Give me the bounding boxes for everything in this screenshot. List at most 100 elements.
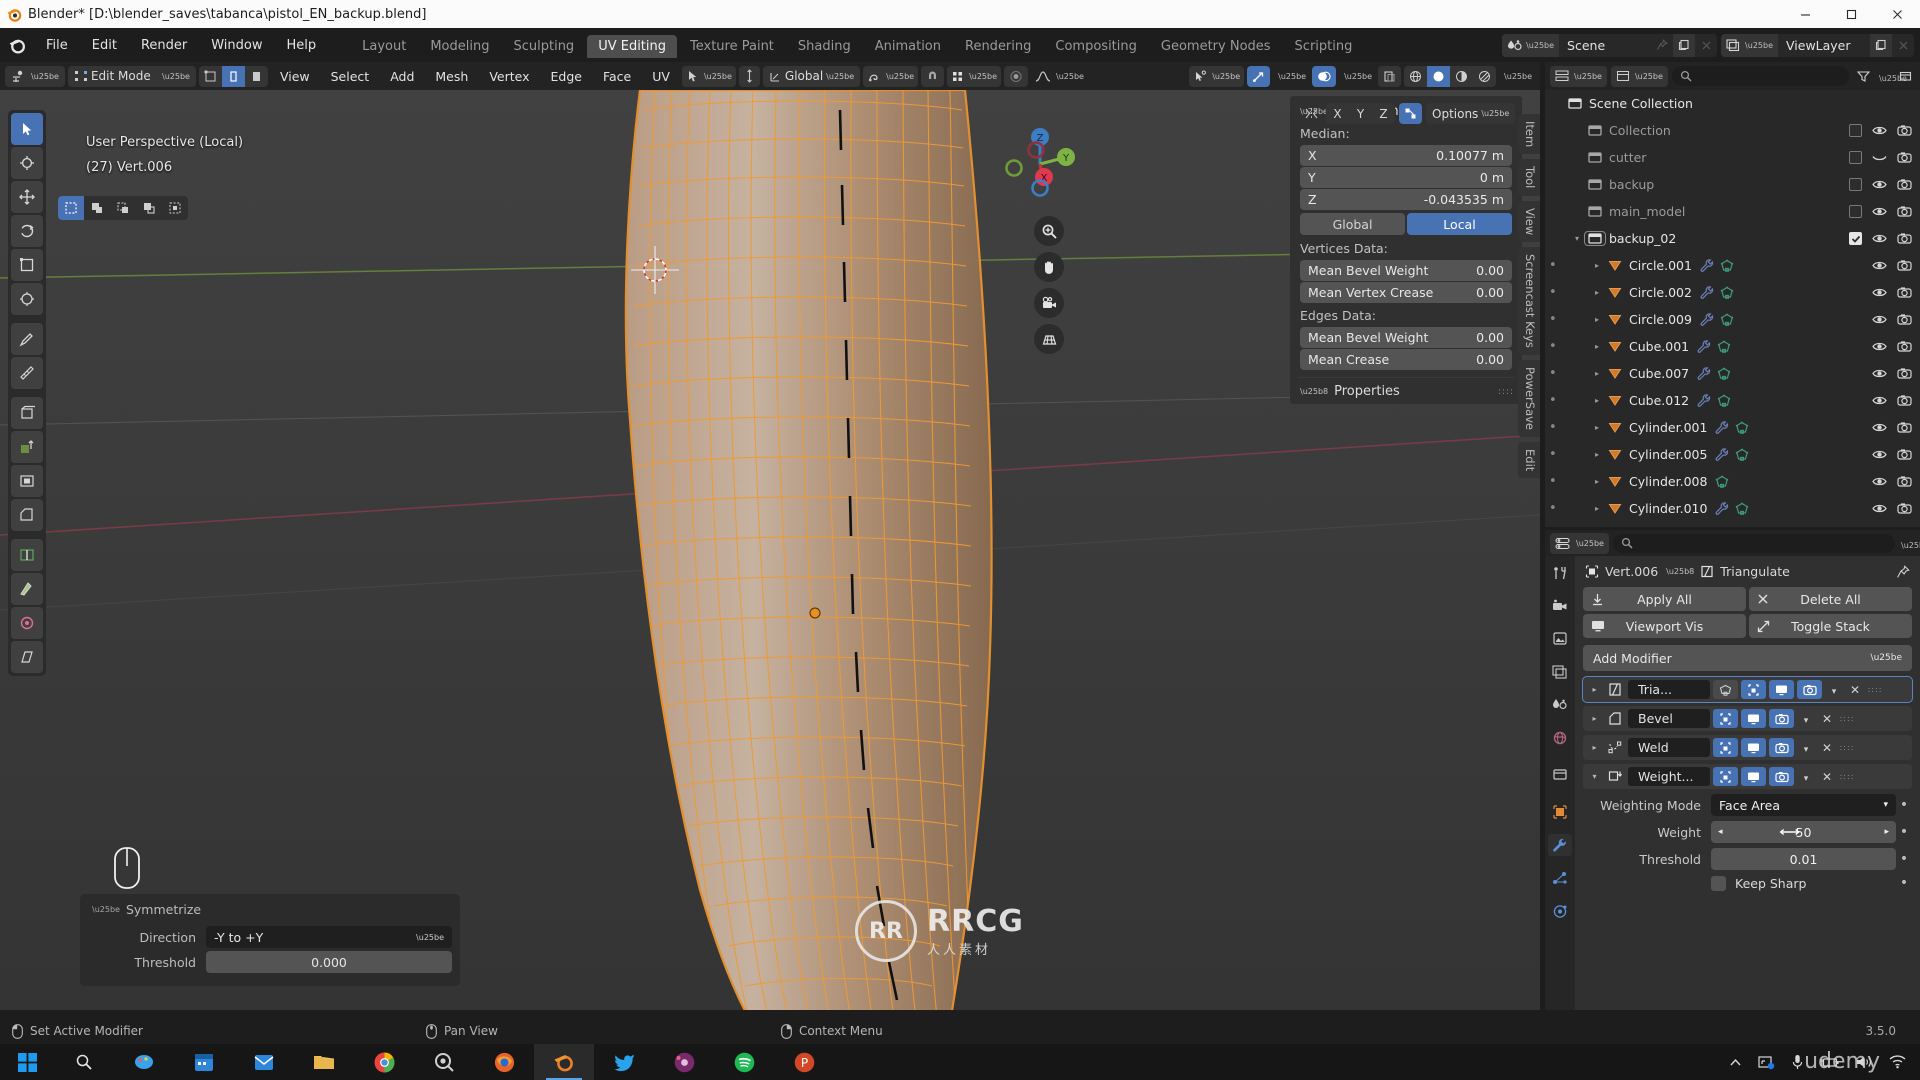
taskbar-app-twitter-icon[interactable] — [594, 1044, 654, 1080]
render-camera-icon[interactable] — [1897, 367, 1912, 380]
outliner-editor[interactable]: \u25be \u25be \u25be Scene Collection Co… — [1545, 62, 1920, 527]
shading-options-dropdown[interactable]: \u25be — [1499, 66, 1535, 87]
minimize-button[interactable] — [1782, 0, 1828, 28]
properties-grip-icon[interactable]: :::: — [1498, 387, 1514, 397]
render-camera-icon[interactable] — [1897, 232, 1912, 245]
eye-closed-icon[interactable] — [1872, 151, 1887, 164]
modifier-render-toggle[interactable] — [1797, 680, 1822, 699]
modifier-stack[interactable]: ▸ Tria... ▾ ✕:::: ▸ Bevel ▾ ✕:::: ▸ Weld ▾ ✕:::: ▾ We… — [1582, 676, 1913, 789]
viewport-vis-button[interactable]: Viewport Vis — [1583, 614, 1746, 638]
workspace-tab-scripting[interactable]: Scripting — [1284, 35, 1364, 58]
outliner-row[interactable]: backup — [1545, 171, 1920, 198]
collection-properties-tab[interactable] — [1548, 764, 1572, 786]
interaction-mode-dropdown[interactable]: Edit Mode \u25be — [67, 65, 196, 87]
chevron-right-icon[interactable]: ▸ — [1589, 504, 1605, 513]
scene-properties-tab[interactable] — [1548, 694, 1572, 716]
mesh-data-icon[interactable] — [1735, 421, 1749, 435]
modifier-extras-dropdown[interactable]: ▾ — [1825, 683, 1843, 697]
increment-arrow-icon[interactable]: ▸ — [1884, 827, 1889, 837]
eye-open-icon[interactable] — [1872, 448, 1887, 461]
output-properties-tab[interactable] — [1548, 628, 1572, 650]
camera-view-icon[interactable] — [1034, 288, 1064, 318]
properties-editor-type-button[interactable]: \u25be — [1550, 532, 1609, 554]
outliner-filter-icon[interactable] — [1853, 70, 1873, 82]
scale-tool-button[interactable] — [11, 249, 43, 281]
difference-select-mode-button[interactable] — [136, 196, 162, 220]
remove-viewlayer-icon[interactable] — [1892, 34, 1914, 57]
eye-open-icon[interactable] — [1872, 178, 1887, 191]
taskbar-app-blender-icon[interactable] — [534, 1044, 594, 1080]
mesh-data-icon[interactable] — [1720, 313, 1734, 327]
render-camera-icon[interactable] — [1897, 502, 1912, 515]
sidebar-tab-powersave[interactable]: PowerSave — [1518, 359, 1540, 437]
render-camera-icon[interactable] — [1897, 421, 1912, 434]
bevel-tool-button[interactable] — [11, 499, 43, 531]
chevron-right-icon[interactable]: ▸ — [1587, 685, 1602, 694]
pan-hand-icon[interactable] — [1034, 252, 1064, 282]
taskbar-app-media-icon[interactable] — [654, 1044, 714, 1080]
eye-open-icon[interactable] — [1872, 205, 1887, 218]
outliner-row[interactable]: ▸ Circle.009 • — [1545, 306, 1920, 333]
physics-properties-tab[interactable] — [1548, 900, 1572, 922]
modifier-edit-mode-display-toggle[interactable] — [1741, 680, 1766, 699]
taskbar-app-paint-icon[interactable] — [114, 1044, 174, 1080]
properties-editor[interactable]: \u25be \u25be — [1545, 530, 1920, 1010]
mirror-y-button[interactable]: Y — [1349, 103, 1372, 124]
tray-wifi-icon[interactable] — [1889, 1055, 1906, 1069]
mesh-data-icon[interactable] — [1720, 259, 1734, 273]
modifier-row[interactable]: ▸ Bevel ▾ ✕:::: — [1583, 706, 1912, 731]
mesh-data-icon[interactable] — [1717, 367, 1731, 381]
modifier-realtime-toggle[interactable] — [1741, 767, 1766, 786]
vertex-mean-crease-field[interactable]: Mean Vertex Crease 0.00 — [1300, 282, 1512, 303]
modifier-edit-mode-display-toggle[interactable] — [1713, 738, 1738, 757]
outliner-row[interactable]: ▸ Circle.001 • — [1545, 252, 1920, 279]
mesh-data-icon[interactable] — [1715, 475, 1729, 489]
close-button[interactable] — [1874, 0, 1920, 28]
operator-direction-dropdown[interactable]: -Y to +Y \u25be — [206, 926, 452, 948]
xray-toggle[interactable] — [1378, 65, 1402, 87]
inset-faces-tool-button[interactable] — [11, 465, 43, 497]
outliner-row[interactable]: ▾ backup_02 — [1545, 225, 1920, 252]
animate-property-dot[interactable]: • — [1896, 797, 1912, 813]
ortho-perspective-icon[interactable] — [1034, 324, 1064, 354]
render-camera-icon[interactable] — [1897, 340, 1912, 353]
operator-redo-panel[interactable]: \u25be Symmetrize Direction -Y to +Y \u2… — [80, 894, 460, 986]
viewport-menu-add[interactable]: Add — [381, 67, 423, 86]
median-x-field[interactable]: X 0.10077 m — [1300, 145, 1512, 166]
vertex-select-mode-button[interactable] — [199, 66, 222, 87]
outliner-row[interactable]: ▸ Cylinder.008 • — [1545, 468, 1920, 495]
mesh-data-icon[interactable] — [1717, 394, 1731, 408]
outliner-row[interactable]: ▸ Cylinder.005 • — [1545, 441, 1920, 468]
outliner-row[interactable]: ▸ Cylinder.010 • — [1545, 495, 1920, 522]
sidebar-tab-edit[interactable]: Edit — [1518, 441, 1540, 479]
modifier-wrench-icon[interactable] — [1715, 420, 1729, 435]
modifier-remove-button[interactable]: ✕ — [1818, 741, 1836, 755]
decrement-arrow-icon[interactable]: ◂ — [1718, 827, 1723, 837]
menu-window[interactable]: Window — [200, 35, 273, 56]
viewport-menu-vertex[interactable]: Vertex — [480, 67, 538, 86]
outliner-search-input[interactable] — [1671, 66, 1849, 86]
viewlayer-selector[interactable]: \u25be ViewLayer — [1721, 33, 1914, 57]
annotate-tool-button[interactable] — [11, 323, 43, 355]
keep-sharp-checkbox[interactable] — [1711, 875, 1726, 891]
modifier-row[interactable]: ▾ Weight... ▾ ✕:::: — [1583, 764, 1912, 789]
render-camera-icon[interactable] — [1897, 151, 1912, 164]
overlays-options-dropdown[interactable]: \u25be — [1339, 66, 1375, 87]
modifier-realtime-toggle[interactable] — [1769, 680, 1794, 699]
edge-mean-crease-field[interactable]: Mean Crease 0.00 — [1300, 349, 1512, 370]
outliner-editor-type-button[interactable]: \u25be — [1550, 65, 1607, 87]
select-falloff-modes[interactable] — [58, 196, 188, 220]
show-gizmo-toggle[interactable] — [1247, 65, 1271, 87]
render-properties-tab[interactable] — [1548, 595, 1572, 617]
eye-open-icon[interactable] — [1872, 421, 1887, 434]
chevron-right-icon[interactable]: ▸ — [1589, 423, 1605, 432]
viewport-menu-select[interactable]: Select — [322, 67, 379, 86]
modifier-wrench-icon[interactable] — [1697, 339, 1711, 354]
sidebar-n-panel[interactable]: \u25be Transform :::: Median: X 0.10077 … — [1290, 96, 1522, 404]
new-scene-icon[interactable] — [1673, 33, 1696, 57]
shading-mode-group[interactable] — [1404, 65, 1497, 87]
scene-selector[interactable]: \u25be Scene — [1502, 33, 1718, 57]
modifier-wrench-icon[interactable] — [1697, 366, 1711, 381]
breadcrumb-modifier-label[interactable]: Triangulate — [1720, 564, 1790, 579]
viewport-menu-face[interactable]: Face — [594, 67, 640, 86]
